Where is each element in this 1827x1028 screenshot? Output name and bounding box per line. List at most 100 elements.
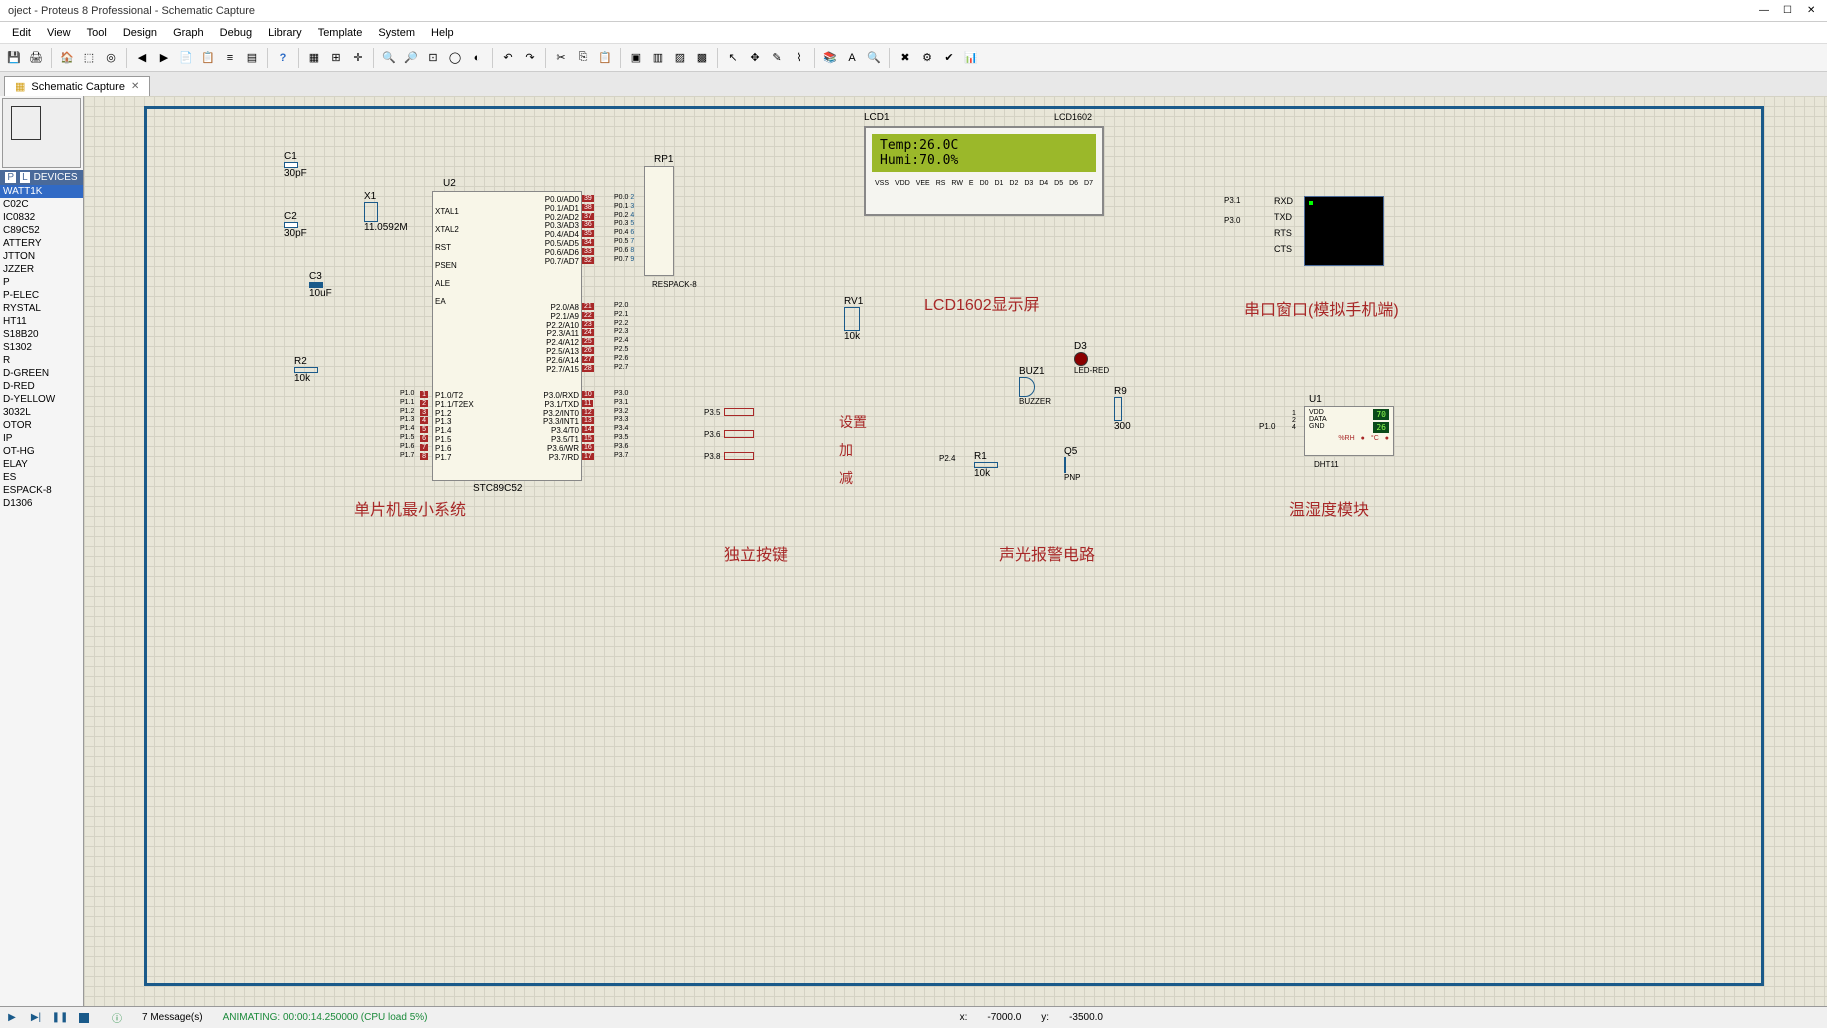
rp1[interactable]	[644, 166, 674, 276]
edit-icon[interactable]: ✎	[767, 48, 787, 68]
menu-view[interactable]: View	[39, 25, 79, 41]
schematic-canvas[interactable]: C1 30pF C2 30pF X1 11.0592M C3 10uF R2	[84, 96, 1827, 1006]
device-item[interactable]: WATT1K	[0, 185, 83, 198]
device-item[interactable]: C02C	[0, 198, 83, 211]
redo-icon[interactable]: ↷	[520, 48, 540, 68]
save-icon[interactable]: 💾	[4, 48, 24, 68]
overview-panel[interactable]	[2, 98, 81, 168]
device-item[interactable]: RYSTAL	[0, 302, 83, 315]
menu-library[interactable]: Library	[260, 25, 310, 41]
search-icon[interactable]: 🔍	[864, 48, 884, 68]
rv1-val: 10k	[844, 331, 863, 342]
zoom-all-icon[interactable]: ◯	[445, 48, 465, 68]
device-item[interactable]: P-ELEC	[0, 289, 83, 302]
list-icon[interactable]: ≡	[220, 48, 240, 68]
report-icon[interactable]: ▤	[242, 48, 262, 68]
zoom-sel-icon[interactable]: ◐	[467, 48, 487, 68]
device-item[interactable]: 3032L	[0, 406, 83, 419]
block-icon[interactable]: ▣	[626, 48, 646, 68]
menu-design[interactable]: Design	[115, 25, 165, 41]
grid-icon[interactable]: ▦	[304, 48, 324, 68]
menu-tool[interactable]: Tool	[79, 25, 115, 41]
menu-edit[interactable]: Edit	[4, 25, 39, 41]
device-item[interactable]: JTTON	[0, 250, 83, 263]
crosshair-icon[interactable]: ✛	[348, 48, 368, 68]
check-icon[interactable]: ✔	[939, 48, 959, 68]
step-button[interactable]: ▶|	[28, 1010, 44, 1026]
tool2-icon[interactable]: ▶	[154, 48, 174, 68]
tool-icon[interactable]: ◀	[132, 48, 152, 68]
maximize-button[interactable]: ☐	[1783, 5, 1795, 17]
device-item[interactable]: ES	[0, 471, 83, 484]
undo-icon[interactable]: ↶	[498, 48, 518, 68]
device-item[interactable]: JZZER	[0, 263, 83, 276]
zoom-fit-icon[interactable]: ⊡	[423, 48, 443, 68]
stop-button[interactable]	[76, 1010, 92, 1026]
zoom-in-icon[interactable]: 🔍	[379, 48, 399, 68]
device-item[interactable]: S18B20	[0, 328, 83, 341]
device-item[interactable]: IP	[0, 432, 83, 445]
del-icon[interactable]: ✖	[895, 48, 915, 68]
help-icon[interactable]: ?	[273, 48, 293, 68]
u2-ref: U2	[443, 178, 456, 189]
prop-icon[interactable]: ⚙	[917, 48, 937, 68]
menu-graph[interactable]: Graph	[165, 25, 212, 41]
close-button[interactable]: ✕	[1807, 5, 1819, 17]
cut-icon[interactable]: ✂	[551, 48, 571, 68]
doc2-icon[interactable]: 📋	[198, 48, 218, 68]
device-item[interactable]: ATTERY	[0, 237, 83, 250]
part-icon[interactable]: ◎	[101, 48, 121, 68]
device-item[interactable]: D-GREEN	[0, 367, 83, 380]
device-list[interactable]: WATT1K C02C IC0832 C89C52 ATTERY JTTON J…	[0, 185, 83, 1006]
pause-button[interactable]: ❚❚	[52, 1010, 68, 1026]
lcd1[interactable]: Temp:26.0C Humi:70.0% VSSVDDVEERSRWED0D1…	[864, 126, 1104, 216]
device-item[interactable]: D-RED	[0, 380, 83, 393]
c1-ref: C1	[284, 151, 307, 162]
device-item[interactable]: OTOR	[0, 419, 83, 432]
menu-debug[interactable]: Debug	[212, 25, 260, 41]
bom-icon[interactable]: 📊	[961, 48, 981, 68]
c3-ref: C3	[309, 271, 332, 282]
paste-icon[interactable]: 📋	[595, 48, 615, 68]
print-icon[interactable]: 🖨	[26, 48, 46, 68]
key-label-sub: 减	[839, 468, 867, 488]
u1-ref: U1	[1309, 394, 1322, 405]
text-icon[interactable]: A	[842, 48, 862, 68]
device-item[interactable]: IC0832	[0, 211, 83, 224]
device-item[interactable]: D-YELLOW	[0, 393, 83, 406]
block2-icon[interactable]: ▥	[648, 48, 668, 68]
menu-template[interactable]: Template	[310, 25, 371, 41]
block3-icon[interactable]: ▨	[670, 48, 690, 68]
device-item[interactable]: P	[0, 276, 83, 289]
u2-chip[interactable]: U2 STC89C52 XTAL1XTAL2RSTPSENALEEA P0.0/…	[432, 191, 582, 481]
menu-help[interactable]: Help	[423, 25, 462, 41]
status-messages[interactable]: 7 Message(s)	[142, 1012, 203, 1023]
lib-icon[interactable]: 📚	[820, 48, 840, 68]
doc-icon[interactable]: 📄	[176, 48, 196, 68]
pick-icon[interactable]: ↖	[723, 48, 743, 68]
grid2-icon[interactable]: ⊞	[326, 48, 346, 68]
dht11[interactable]: VDD DATA GND 70 26 %RH●°C●	[1304, 406, 1394, 456]
menu-system[interactable]: System	[370, 25, 423, 41]
q5-ref: Q5	[1064, 446, 1080, 457]
home-icon[interactable]: 🏠	[57, 48, 77, 68]
block4-icon[interactable]: ▩	[692, 48, 712, 68]
move-icon[interactable]: ✥	[745, 48, 765, 68]
component-icon[interactable]: ⬚	[79, 48, 99, 68]
device-item[interactable]: ESPACK-8	[0, 484, 83, 497]
zoom-out-icon[interactable]: 🔎	[401, 48, 421, 68]
device-item[interactable]: OT-HG	[0, 445, 83, 458]
device-item[interactable]: S1302	[0, 341, 83, 354]
copy-icon[interactable]: ⎘	[573, 48, 593, 68]
minimize-button[interactable]: —	[1759, 5, 1771, 17]
close-icon[interactable]: ✕	[131, 81, 139, 92]
device-item[interactable]: R	[0, 354, 83, 367]
tab-schematic[interactable]: ▦ Schematic Capture ✕	[4, 76, 150, 96]
device-item[interactable]: HT11	[0, 315, 83, 328]
wire-icon[interactable]: ⌇	[789, 48, 809, 68]
device-item[interactable]: C89C52	[0, 224, 83, 237]
device-item[interactable]: ELAY	[0, 458, 83, 471]
device-item[interactable]: D1306	[0, 497, 83, 510]
status-anim: ANIMATING: 00:00:14.250000 (CPU load 5%)	[223, 1012, 428, 1023]
play-button[interactable]: ▶	[4, 1010, 20, 1026]
